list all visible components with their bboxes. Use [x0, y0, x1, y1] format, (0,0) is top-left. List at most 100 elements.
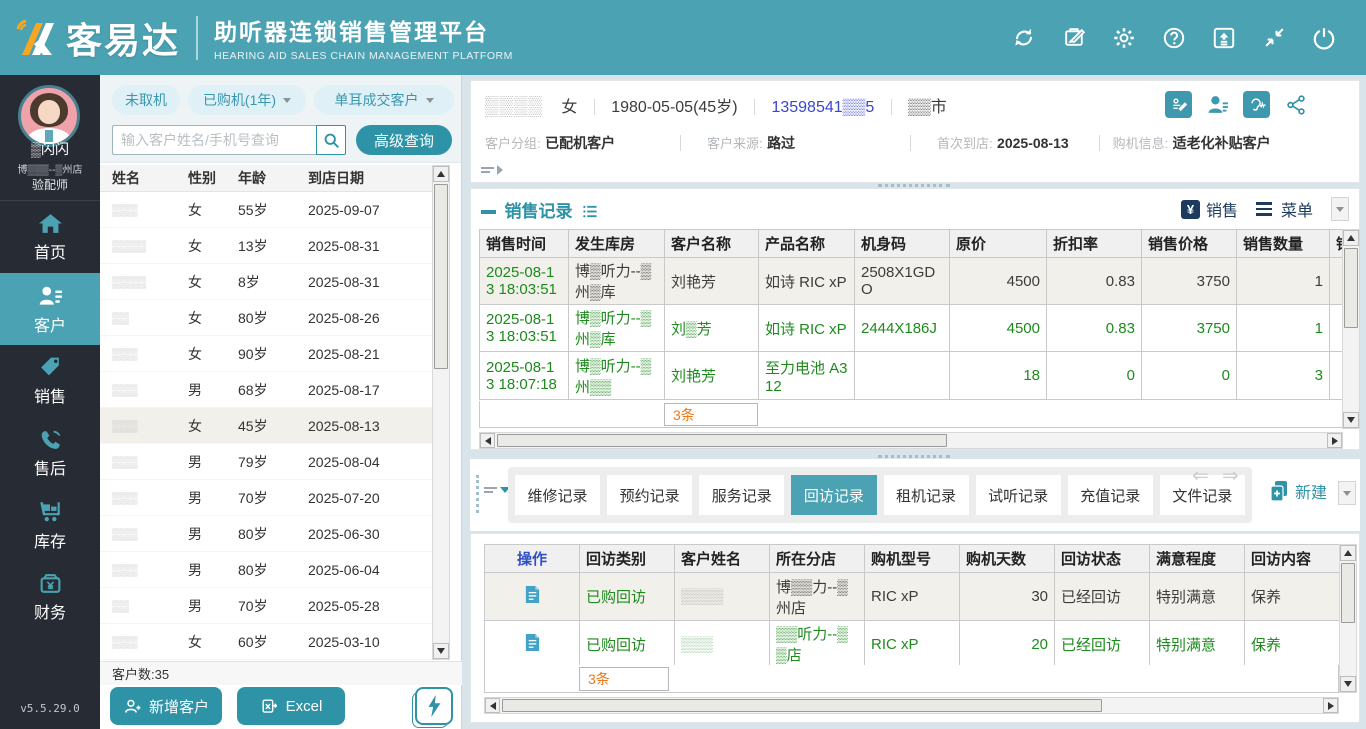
- table-row[interactable]: ▒▒男70岁2025-05-28: [100, 588, 432, 624]
- vertical-splitter[interactable]: [476, 475, 479, 513]
- customer-birth: 1980-05-05(45岁): [611, 99, 737, 116]
- customer-city: ▒▒市: [908, 99, 947, 116]
- tab-trial[interactable]: 试听记录: [976, 475, 1061, 515]
- scroll-up-button[interactable]: [1340, 545, 1356, 561]
- scroll-up-button[interactable]: [1343, 230, 1359, 246]
- followup-count-badge: 3条: [579, 667, 669, 691]
- scroll-right-button[interactable]: [1327, 433, 1342, 448]
- expand-detail-icon[interactable]: [481, 165, 503, 175]
- document-icon[interactable]: [524, 633, 541, 652]
- tab-rental[interactable]: 租机记录: [884, 475, 969, 515]
- tab-repair[interactable]: 维修记录: [515, 475, 600, 515]
- table-row-selected[interactable]: ▒▒▒女45岁2025-08-13: [100, 408, 432, 444]
- phone-icon: [38, 427, 63, 452]
- table-row[interactable]: ▒▒▒女55岁2025-09-07: [100, 192, 432, 228]
- user-role: 验配师: [0, 176, 100, 193]
- sales-row[interactable]: 2025-08-13 18:03:51 博▒听力--▒州▒库 刘艳芳 如诗 RI…: [480, 258, 1344, 305]
- filter-not-picked[interactable]: 未取机: [112, 85, 180, 115]
- power-icon[interactable]: [1310, 24, 1338, 52]
- approval-icon[interactable]: [1060, 24, 1088, 52]
- table-row[interactable]: ▒▒▒女60岁2025-03-10: [100, 624, 432, 660]
- filter-single-ear[interactable]: 单耳成交客户: [314, 85, 454, 115]
- customer-profile-icon[interactable]: [1204, 91, 1231, 118]
- sidebar-item-inventory[interactable]: 库存: [0, 489, 100, 561]
- list-scrollbar[interactable]: [432, 165, 450, 660]
- scrollbar-thumb[interactable]: [1344, 248, 1358, 328]
- filter-purchased-1y[interactable]: 已购机(1年): [188, 85, 306, 115]
- table-row[interactable]: ▒▒▒男68岁2025-08-17: [100, 372, 432, 408]
- scroll-down-button[interactable]: [1343, 412, 1359, 428]
- tab-followup[interactable]: 回访记录: [791, 475, 876, 515]
- upload-icon[interactable]: [1210, 24, 1238, 52]
- list-style-icon[interactable]: [582, 204, 598, 219]
- excel-export-button[interactable]: Excel: [237, 687, 345, 725]
- sidebar-item-home[interactable]: 首页: [0, 201, 100, 273]
- sidebar-item-label: 财务: [34, 599, 66, 623]
- table-row[interactable]: ▒▒▒男80岁2025-06-04: [100, 552, 432, 588]
- sales-vscrollbar[interactable]: [1342, 229, 1360, 429]
- list-header: 姓名 性别 年龄 到店日期: [100, 165, 432, 192]
- scrollbar-thumb[interactable]: [1341, 563, 1355, 623]
- tab-service[interactable]: 服务记录: [699, 475, 784, 515]
- scrollbar-thumb[interactable]: [502, 699, 1102, 712]
- new-record-dropdown[interactable]: [1338, 481, 1356, 505]
- scrollbar-thumb[interactable]: [497, 434, 947, 447]
- horizontal-splitter[interactable]: [878, 455, 950, 458]
- sidebar-item-customers[interactable]: 客户: [0, 273, 100, 345]
- add-user-icon: [123, 697, 142, 716]
- scroll-left-button[interactable]: [485, 698, 500, 713]
- quick-action-button[interactable]: [415, 687, 453, 725]
- horizontal-splitter[interactable]: [878, 184, 950, 187]
- table-row[interactable]: ▒▒▒▒女8岁2025-08-31: [100, 264, 432, 300]
- table-row[interactable]: ▒▒女80岁2025-08-26: [100, 300, 432, 336]
- document-icon[interactable]: [524, 585, 541, 604]
- new-record-button[interactable]: 新建: [1268, 479, 1327, 503]
- scrollbar-thumb[interactable]: [434, 184, 448, 369]
- scroll-down-button[interactable]: [433, 643, 449, 659]
- followup-hscrollbar[interactable]: [484, 697, 1339, 714]
- table-row[interactable]: ▒▒▒▒女13岁2025-08-31: [100, 228, 432, 264]
- table-row[interactable]: ▒▒▒男70岁2025-07-20: [100, 480, 432, 516]
- sales-hscrollbar[interactable]: [479, 432, 1343, 449]
- hearing-test-icon[interactable]: [1243, 91, 1270, 118]
- refresh-icon[interactable]: [1010, 24, 1038, 52]
- sidebar-item-finance[interactable]: 财务: [0, 561, 100, 633]
- help-icon[interactable]: [1160, 24, 1188, 52]
- advanced-search-label: 高级查询: [374, 130, 434, 151]
- scroll-left-button[interactable]: [480, 433, 495, 448]
- sidebar-item-sales[interactable]: 销售: [0, 345, 100, 417]
- settings-icon[interactable]: [1110, 24, 1138, 52]
- followup-header-row: 操作 回访类别客户姓名所在分店购机型号购机天数回访状态满意程度回访内容: [485, 545, 1340, 573]
- advanced-search-button[interactable]: 高级查询: [356, 125, 452, 155]
- table-row[interactable]: ▒▒▒男79岁2025-08-04: [100, 444, 432, 480]
- menu-dropdown-button[interactable]: [1331, 197, 1349, 221]
- purchase-value: 适老化补贴客户: [1173, 135, 1271, 151]
- avatar[interactable]: [18, 85, 80, 147]
- sidebar-item-aftersales[interactable]: 售后: [0, 417, 100, 489]
- followup-row[interactable]: 已购回访 ▒▒▒ ▒▒听力--▒▒店 RIC xP 20 已经回访 特别满意 保…: [485, 621, 1340, 668]
- collapse-records-icon[interactable]: [484, 487, 510, 493]
- customer-phone[interactable]: 13598541▒▒5: [771, 99, 874, 116]
- edit-profile-icon[interactable]: [1165, 91, 1192, 118]
- followup-vscrollbar[interactable]: [1339, 544, 1357, 693]
- tab-scroll-right-icon[interactable]: ⇒: [1222, 463, 1239, 487]
- sell-button[interactable]: ¥ 销售: [1181, 197, 1238, 221]
- table-row[interactable]: ▒▒▒女90岁2025-08-21: [100, 336, 432, 372]
- new-record-label: 新建: [1295, 479, 1327, 503]
- menu-button[interactable]: 菜单: [1256, 197, 1313, 221]
- table-row[interactable]: ▒▒▒男80岁2025-06-30: [100, 516, 432, 552]
- collapse-icon[interactable]: [1260, 24, 1288, 52]
- add-customer-button[interactable]: 新增客户: [110, 687, 222, 725]
- search-button[interactable]: [316, 125, 346, 155]
- followup-row[interactable]: 已购回访 ▒▒▒▒ 博▒▒力--▒州店 RIC xP 30 已经回访 特别满意 …: [485, 573, 1340, 621]
- sales-row[interactable]: 2025-08-13 18:03:51 博▒听力--▒州▒库 刘▒芳 如诗 RI…: [480, 305, 1344, 352]
- search-input[interactable]: [112, 125, 316, 155]
- scroll-up-button[interactable]: [433, 166, 449, 182]
- share-icon[interactable]: [1282, 91, 1309, 118]
- tab-appointment[interactable]: 预约记录: [607, 475, 692, 515]
- sales-row[interactable]: 2025-08-13 18:07:18 博▒听力--▒州▒▒ 刘艳芳 至力电池 …: [480, 352, 1344, 400]
- tab-recharge[interactable]: 充值记录: [1068, 475, 1153, 515]
- tab-scroll-left-icon[interactable]: ⇐: [1192, 463, 1209, 487]
- scroll-down-button[interactable]: [1340, 676, 1356, 692]
- scroll-right-button[interactable]: [1323, 698, 1338, 713]
